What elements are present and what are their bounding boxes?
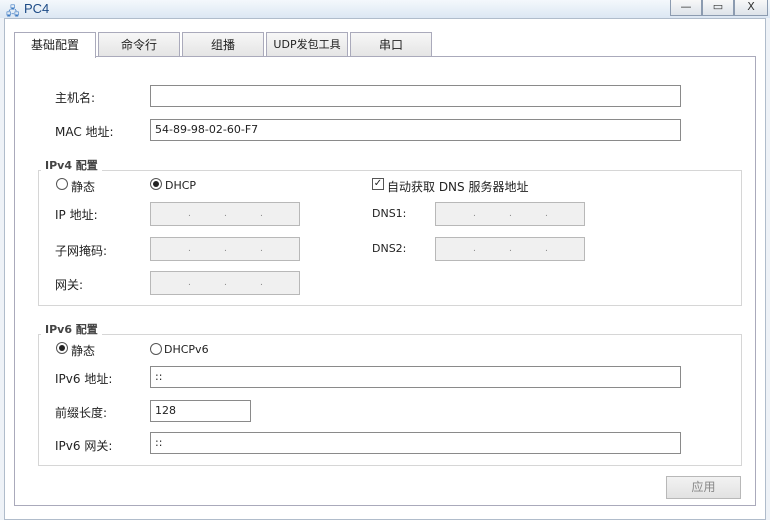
ip-label: IP 地址: bbox=[55, 208, 98, 222]
title-bar: 🖧 PC4 — ▭ X bbox=[0, 0, 770, 18]
ipv4-group-title: IPv4 配置 bbox=[41, 157, 102, 173]
ipv6-dhcpv6-radio[interactable] bbox=[150, 343, 162, 355]
ipv4-static-radio[interactable] bbox=[56, 178, 68, 190]
hostname-input[interactable] bbox=[150, 85, 681, 107]
close-button[interactable]: X bbox=[734, 0, 768, 16]
ipv6-address-input[interactable]: :: bbox=[150, 366, 681, 388]
subnet-mask-input[interactable]: ... bbox=[150, 237, 300, 261]
tab-multicast[interactable]: 组播 bbox=[182, 32, 264, 57]
tab-udp-tool[interactable]: UDP发包工具 bbox=[266, 32, 348, 57]
tab-basic-config[interactable]: 基础配置 bbox=[14, 32, 96, 58]
dns2-label: DNS2: bbox=[372, 242, 407, 255]
pc-icon: 🖧 bbox=[6, 4, 20, 18]
prefix-length-label: 前缀长度: bbox=[55, 406, 108, 420]
hostname-label: 主机名: bbox=[55, 91, 96, 105]
ipv6-address-label: IPv6 地址: bbox=[55, 372, 113, 386]
ipv4-dhcp-label: DHCP bbox=[165, 179, 197, 192]
dns2-input[interactable]: ... bbox=[435, 237, 585, 261]
gateway-label: 网关: bbox=[55, 278, 84, 292]
dns1-label: DNS1: bbox=[372, 207, 407, 220]
ipv6-dhcpv6-label: DHCPv6 bbox=[164, 343, 209, 356]
tab-command-line[interactable]: 命令行 bbox=[98, 32, 180, 57]
tab-serial[interactable]: 串口 bbox=[350, 32, 432, 57]
minimize-button[interactable]: — bbox=[670, 0, 702, 16]
ipv6-group-title: IPv6 配置 bbox=[41, 321, 102, 337]
gateway-input[interactable]: ... bbox=[150, 271, 300, 295]
ip-address-input[interactable]: ... bbox=[150, 202, 300, 226]
dns1-input[interactable]: ... bbox=[435, 202, 585, 226]
ipv6-static-radio[interactable] bbox=[56, 342, 68, 354]
mask-label: 子网掩码: bbox=[55, 244, 108, 258]
auto-dns-label: 自动获取 DNS 服务器地址 bbox=[387, 180, 529, 194]
ipv4-dhcp-radio[interactable] bbox=[150, 178, 162, 190]
apply-button[interactable]: 应用 bbox=[666, 476, 741, 499]
maximize-button[interactable]: ▭ bbox=[702, 0, 734, 16]
ipv6-static-label: 静态 bbox=[71, 344, 96, 358]
prefix-length-input[interactable]: 128 bbox=[150, 400, 251, 422]
mac-label: MAC 地址: bbox=[55, 125, 114, 139]
ipv4-static-label: 静态 bbox=[71, 180, 96, 194]
window-title: PC4 bbox=[24, 1, 50, 16]
ipv6-gateway-input[interactable]: :: bbox=[150, 432, 681, 454]
mac-input[interactable]: 54-89-98-02-60-F7 bbox=[150, 119, 681, 141]
auto-dns-checkbox[interactable]: ✓ bbox=[372, 178, 384, 190]
ipv6-gateway-label: IPv6 网关: bbox=[55, 439, 113, 453]
